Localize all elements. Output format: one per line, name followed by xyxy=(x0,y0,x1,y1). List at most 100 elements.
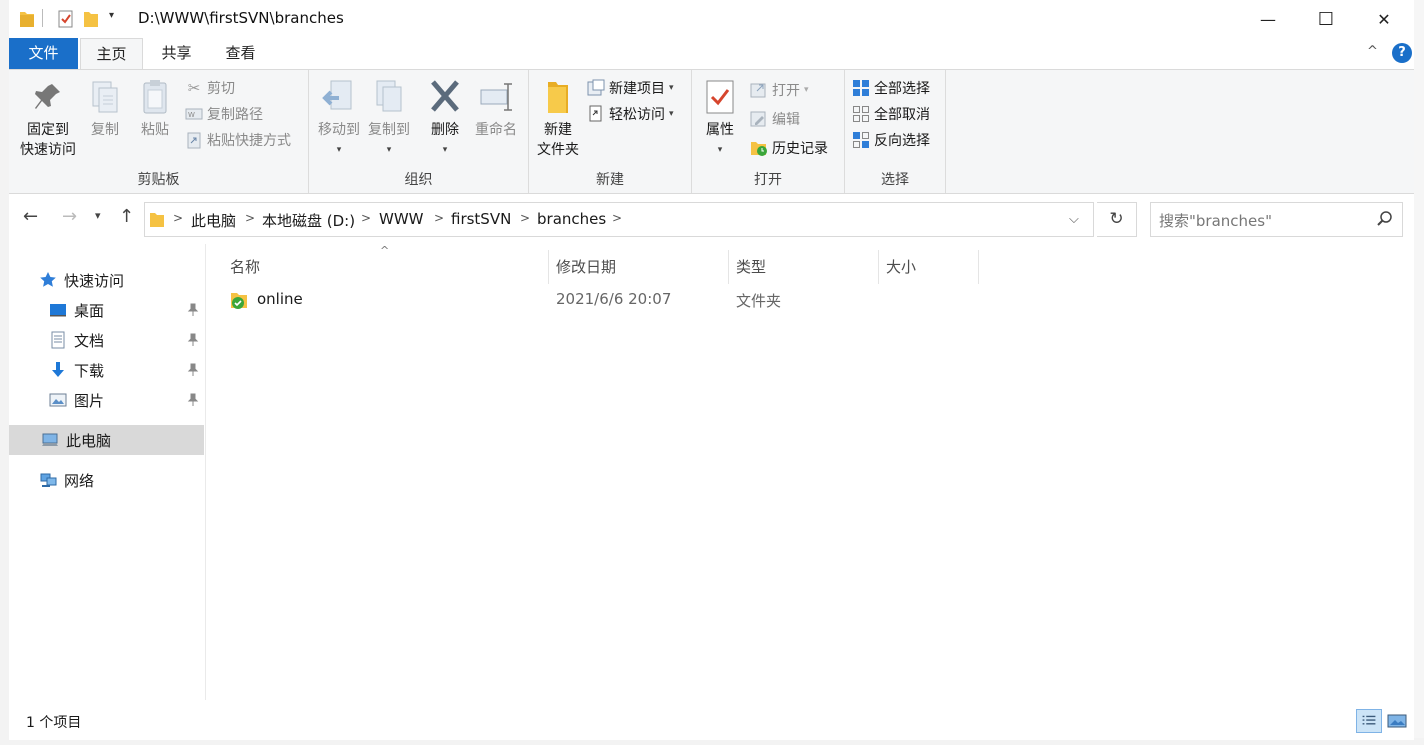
pin-icon[interactable] xyxy=(187,363,199,377)
group-select: 全部选择 全部取消 反向选择 选择 xyxy=(845,70,946,193)
copy-path-label: 复制路径 xyxy=(207,107,263,123)
edit-button[interactable]: 编辑 xyxy=(750,108,800,130)
move-to-button[interactable]: 移动到 ▾ xyxy=(313,78,365,160)
nav-downloads-label: 下载 xyxy=(74,361,105,380)
recent-locations-chevron-icon[interactable]: ▾ xyxy=(95,209,101,222)
search-icon[interactable] xyxy=(1376,210,1394,228)
cut-button[interactable]: ✂ 剪切 xyxy=(185,77,235,99)
file-name[interactable]: online xyxy=(257,290,303,308)
copy-path-button[interactable]: W 复制路径 xyxy=(185,103,263,125)
help-icon[interactable]: ? xyxy=(1392,43,1412,63)
select-none-button[interactable]: 全部取消 xyxy=(852,103,930,125)
delete-chevron-icon: ▾ xyxy=(442,145,448,155)
history-label: 历史记录 xyxy=(772,141,828,157)
maximize-icon: ☐ xyxy=(1317,8,1335,30)
pin-to-quick-access-button[interactable]: 固定到 快速访问 xyxy=(15,78,81,160)
new-item-button[interactable]: 新建项目 ▾ xyxy=(587,77,674,99)
maximize-button[interactable]: ☐ xyxy=(1297,0,1355,38)
properties-label: 属性 xyxy=(706,122,734,138)
details-view-icon[interactable] xyxy=(1356,709,1382,733)
column-header-size[interactable]: 大小 xyxy=(872,250,977,284)
rename-button[interactable]: 重命名 xyxy=(469,78,523,140)
breadcrumb-separator-icon[interactable]: > xyxy=(245,211,255,225)
close-button[interactable]: ✕ xyxy=(1355,0,1413,38)
breadcrumb-local-disk-d[interactable]: 本地磁盘 (D:) xyxy=(262,210,355,231)
tab-view[interactable]: 查看 xyxy=(213,38,268,69)
copy-path-icon: W xyxy=(185,108,203,120)
paste-shortcut-button[interactable]: 粘贴快捷方式 xyxy=(185,129,291,151)
delete-button[interactable]: 删除 ▾ xyxy=(423,78,467,160)
properties-button[interactable]: 属性 ▾ xyxy=(700,78,740,160)
pictures-icon xyxy=(49,393,67,407)
copy-to-button[interactable]: 复制到 ▾ xyxy=(363,78,415,160)
breadcrumb-separator-icon[interactable]: > xyxy=(520,211,530,225)
qa-divider xyxy=(42,9,43,27)
edit-label: 编辑 xyxy=(772,112,800,128)
pin-icon[interactable] xyxy=(187,393,199,407)
search-input[interactable]: 搜索"branches" xyxy=(1159,210,1272,231)
up-arrow-icon[interactable]: ↑ xyxy=(119,206,134,227)
address-bar[interactable]: > 此电脑 > 本地磁盘 (D:) > WWW > firstSVN > bra… xyxy=(144,202,1094,237)
breadcrumb-firstsvn[interactable]: firstSVN xyxy=(451,210,511,228)
search-box[interactable]: 搜索"branches" xyxy=(1150,202,1403,237)
breadcrumb-separator-icon[interactable]: > xyxy=(361,211,371,225)
copy-to-chevron-icon: ▾ xyxy=(386,145,392,155)
nav-documents-label: 文档 xyxy=(74,331,105,350)
tab-file[interactable]: 文件 xyxy=(9,38,78,69)
download-icon xyxy=(52,362,64,377)
breadcrumb-this-pc[interactable]: 此电脑 xyxy=(191,210,236,231)
breadcrumb-branches[interactable]: branches xyxy=(537,210,606,228)
breadcrumb-separator-icon[interactable]: > xyxy=(612,211,622,225)
customize-qa-chevron-icon[interactable]: ▾ xyxy=(109,10,114,30)
group-organize-label: 组织 xyxy=(404,172,433,188)
nav-this-pc[interactable]: 此电脑 xyxy=(9,425,204,455)
select-all-button[interactable]: 全部选择 xyxy=(852,77,930,99)
nav-downloads[interactable]: 下载 xyxy=(9,355,204,385)
properties-qa-icon[interactable] xyxy=(57,9,75,29)
new-folder-button[interactable]: 新建 文件夹 xyxy=(533,78,583,160)
forward-arrow-icon[interactable]: → xyxy=(62,206,77,227)
paste-icon xyxy=(143,80,167,114)
nav-pictures[interactable]: 图片 xyxy=(9,385,204,415)
minimize-button[interactable]: — xyxy=(1239,0,1297,38)
column-header-name[interactable]: 名称 xyxy=(216,250,548,284)
invert-selection-button[interactable]: 反向选择 xyxy=(852,129,930,151)
refresh-button[interactable]: ↻ xyxy=(1097,202,1137,237)
column-header-modified[interactable]: 修改日期 xyxy=(542,250,722,284)
tab-home[interactable]: 主页 xyxy=(80,38,143,70)
nav-documents[interactable]: 文档 xyxy=(9,325,204,355)
open-button[interactable]: 打开 ▾ xyxy=(750,79,809,101)
breadcrumb-separator-icon[interactable]: > xyxy=(434,211,444,225)
pin-icon[interactable] xyxy=(187,303,199,317)
file-row[interactable]: online 2021/6/6 20:07 文件夹 xyxy=(222,286,1402,314)
column-divider[interactable] xyxy=(978,250,979,284)
address-folder-icon xyxy=(150,213,164,227)
star-icon xyxy=(40,272,56,287)
invert-selection-label: 反向选择 xyxy=(874,133,930,149)
copy-to-label: 复制到 xyxy=(368,122,410,138)
copy-button[interactable]: 复制 xyxy=(83,78,127,140)
file-list: ^ 名称 修改日期 类型 大小 online 2021/6/6 20:07 文件… xyxy=(207,244,1414,700)
nav-desktop[interactable]: 桌面 xyxy=(9,295,204,325)
back-arrow-icon[interactable]: ← xyxy=(23,206,38,227)
folder-icon xyxy=(20,12,34,27)
file-modified: 2021/6/6 20:07 xyxy=(556,290,672,308)
new-folder-qa-icon[interactable] xyxy=(83,9,99,29)
collapse-ribbon-chevron-icon[interactable]: ^ xyxy=(1367,44,1378,59)
large-icons-view-icon[interactable] xyxy=(1384,709,1410,733)
nav-network[interactable]: 网络 xyxy=(9,465,204,495)
pin-icon[interactable] xyxy=(187,333,199,347)
address-history-chevron-icon[interactable]: ⌵ xyxy=(1069,212,1079,227)
select-all-icon xyxy=(853,80,869,96)
close-icon: ✕ xyxy=(1377,9,1391,29)
svn-folder-icon xyxy=(231,293,247,309)
paste-button[interactable]: 粘贴 xyxy=(133,78,177,140)
tab-share[interactable]: 共享 xyxy=(149,38,204,69)
column-header-type[interactable]: 类型 xyxy=(722,250,872,284)
history-button[interactable]: 历史记录 xyxy=(750,137,828,159)
easy-access-button[interactable]: 轻松访问 ▾ xyxy=(587,103,674,125)
nav-quick-access[interactable]: 快速访问 xyxy=(9,265,204,295)
pin-label-line1: 固定到 xyxy=(27,122,69,138)
breadcrumb-separator-icon[interactable]: > xyxy=(173,211,183,225)
breadcrumb-www[interactable]: WWW xyxy=(379,210,424,228)
